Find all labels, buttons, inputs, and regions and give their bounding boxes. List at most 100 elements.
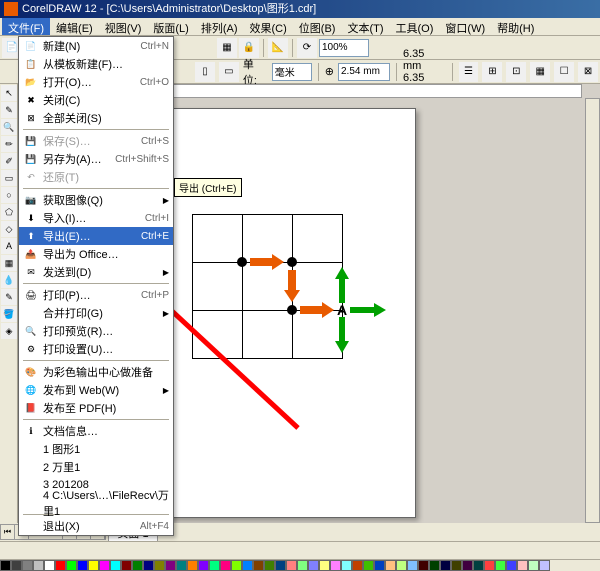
color-swatch[interactable] (462, 560, 473, 571)
polygon-tool[interactable]: ⬠ (1, 204, 17, 220)
menu-编辑(E)[interactable]: 编辑(E) (50, 18, 99, 35)
menu-item[interactable]: 📤导出为 Office… (19, 245, 173, 263)
text-tool[interactable]: A (1, 238, 17, 254)
menu-item[interactable]: 💾另存为(A)…Ctrl+Shift+S (19, 150, 173, 168)
color-swatch[interactable] (132, 560, 143, 571)
color-swatch[interactable] (352, 560, 363, 571)
pick-tool[interactable]: ↖ (1, 85, 17, 101)
color-swatch[interactable] (33, 560, 44, 571)
zoom-tool[interactable]: 🔍 (1, 119, 17, 135)
pb-btn[interactable]: ☐ (554, 62, 574, 82)
color-swatch[interactable] (429, 560, 440, 571)
interactive-fill-tool[interactable]: ◈ (1, 323, 17, 339)
color-swatch[interactable] (121, 560, 132, 571)
scrollbar-vertical[interactable] (585, 98, 600, 523)
menu-item[interactable]: 📕发布至 PDF(H) (19, 399, 173, 417)
menu-排列(A)[interactable]: 排列(A) (195, 18, 244, 35)
color-swatch[interactable] (165, 560, 176, 571)
menu-item[interactable]: 📋从模板新建(F)… (19, 55, 173, 73)
color-swatch[interactable] (220, 560, 231, 571)
blend-tool[interactable]: ▦ (1, 255, 17, 271)
menu-item[interactable]: 🔍打印预览(R)… (19, 322, 173, 340)
menu-item[interactable]: 4 C:\Users\…\FileRecv\万里1 (19, 494, 173, 512)
menu-item[interactable]: 1 图形1 (19, 440, 173, 458)
unit-combo[interactable] (272, 63, 312, 81)
color-swatch[interactable] (407, 560, 418, 571)
basic-shapes-tool[interactable]: ◇ (1, 221, 17, 237)
color-swatch[interactable] (253, 560, 264, 571)
menu-版面(L)[interactable]: 版面(L) (147, 18, 194, 35)
menu-item[interactable]: 2 万里1 (19, 458, 173, 476)
color-swatch[interactable] (275, 560, 286, 571)
pb-btn[interactable]: ☰ (459, 62, 479, 82)
menu-item[interactable]: 📄新建(N)Ctrl+N (19, 37, 173, 55)
color-swatch[interactable] (319, 560, 330, 571)
color-swatch[interactable] (385, 560, 396, 571)
color-swatch[interactable] (418, 560, 429, 571)
smart-draw-tool[interactable]: ✐ (1, 153, 17, 169)
color-swatch[interactable] (242, 560, 253, 571)
color-swatch[interactable] (11, 560, 22, 571)
menu-位图(B)[interactable]: 位图(B) (293, 18, 342, 35)
btn[interactable]: ▦ (217, 38, 237, 58)
color-swatch[interactable] (187, 560, 198, 571)
menu-item[interactable]: ↶还原(T) (19, 168, 173, 186)
menu-item[interactable]: ⬇导入(I)…Ctrl+I (19, 209, 173, 227)
color-swatch[interactable] (143, 560, 154, 571)
color-swatch[interactable] (176, 560, 187, 571)
pb-btn[interactable]: ⊡ (506, 62, 526, 82)
fill-tool[interactable]: 🪣 (1, 306, 17, 322)
ellipse-tool[interactable]: ○ (1, 187, 17, 203)
freehand-tool[interactable]: ✏ (1, 136, 17, 152)
color-swatch[interactable] (99, 560, 110, 571)
color-swatch[interactable] (154, 560, 165, 571)
color-swatch[interactable] (330, 560, 341, 571)
menu-item[interactable]: 🖨打印(P)…Ctrl+P (19, 286, 173, 304)
menu-文本(T)[interactable]: 文本(T) (341, 18, 389, 35)
eyedropper-tool[interactable]: 💧 (1, 272, 17, 288)
orientation-landscape[interactable]: ▭ (219, 62, 239, 82)
shape-tool[interactable]: ✎ (1, 102, 17, 118)
color-swatch[interactable] (374, 560, 385, 571)
menu-item[interactable]: 💾保存(S)…Ctrl+S (19, 132, 173, 150)
menu-item[interactable]: ✖关闭(C) (19, 91, 173, 109)
color-swatch[interactable] (22, 560, 33, 571)
btn[interactable]: 📐 (268, 38, 288, 58)
pb-btn[interactable]: ⊠ (578, 62, 598, 82)
color-swatch[interactable] (495, 560, 506, 571)
color-swatch[interactable] (451, 560, 462, 571)
first-page-button[interactable]: ⏮ (1, 525, 15, 539)
color-swatch[interactable] (396, 560, 407, 571)
menu-文件(F)[interactable]: 文件(F) (2, 18, 50, 35)
color-swatch[interactable] (110, 560, 121, 571)
menu-窗口(W)[interactable]: 窗口(W) (439, 18, 491, 35)
color-swatch[interactable] (506, 560, 517, 571)
color-swatch[interactable] (198, 560, 209, 571)
color-swatch[interactable] (66, 560, 77, 571)
color-swatch[interactable] (341, 560, 352, 571)
menu-item[interactable]: 退出(X)Alt+F4 (19, 517, 173, 535)
menu-item[interactable]: 🎨为彩色输出中心做准备 (19, 363, 173, 381)
color-swatch[interactable] (539, 560, 550, 571)
color-swatch[interactable] (297, 560, 308, 571)
color-swatch[interactable] (363, 560, 374, 571)
menu-item[interactable]: ⊠全部关闭(S) (19, 109, 173, 127)
color-swatch[interactable] (88, 560, 99, 571)
menu-效果(C)[interactable]: 效果(C) (244, 18, 293, 35)
menu-item[interactable]: 🌐发布到 Web(W)▶ (19, 381, 173, 399)
zoom-combo[interactable] (319, 39, 369, 57)
menu-帮助(H)[interactable]: 帮助(H) (491, 18, 540, 35)
color-swatch[interactable] (44, 560, 55, 571)
pb-btn[interactable]: ▦ (530, 62, 550, 82)
color-swatch[interactable] (308, 560, 319, 571)
color-swatch[interactable] (484, 560, 495, 571)
color-swatch[interactable] (209, 560, 220, 571)
outline-tool[interactable]: ✎ (1, 289, 17, 305)
color-swatch[interactable] (517, 560, 528, 571)
btn[interactable]: 🔒 (239, 38, 259, 58)
color-swatch[interactable] (77, 560, 88, 571)
menu-item[interactable]: ✉发送到(D)▶ (19, 263, 173, 281)
menu-item[interactable]: ℹ文档信息… (19, 422, 173, 440)
color-swatch[interactable] (286, 560, 297, 571)
btn[interactable]: ⟳ (297, 38, 317, 58)
